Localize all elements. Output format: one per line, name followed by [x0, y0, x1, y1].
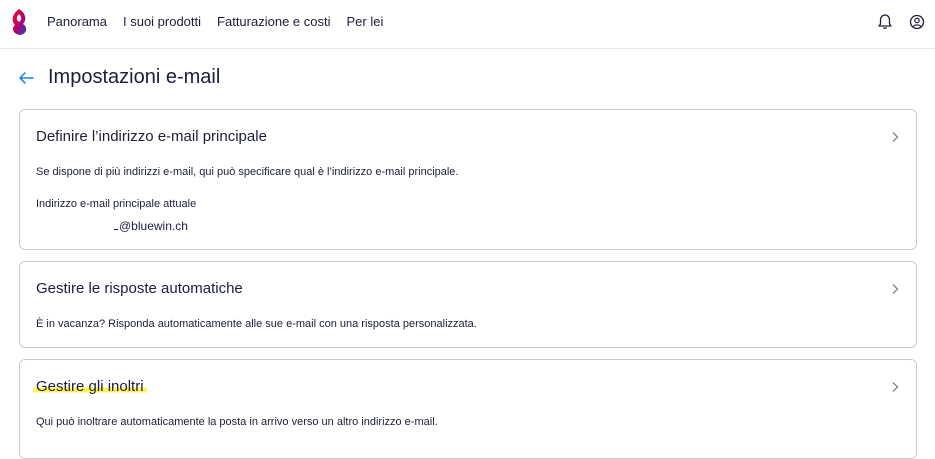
nav-item-panorama[interactable]: Panorama	[47, 14, 107, 29]
primary-email-label: Indirizzo e-mail principale attuale	[36, 198, 197, 210]
top-actions	[877, 13, 925, 31]
primary-email-description: Se dispone di più indirizzi e-mail, qui …	[36, 166, 459, 178]
forwarding-title: Gestire gli inoltri	[33, 378, 147, 395]
autoreply-title: Gestire le risposte automatiche	[36, 280, 243, 297]
bell-icon[interactable]	[877, 13, 893, 31]
swisscom-logo-icon[interactable]	[7, 8, 31, 36]
redacted-tail	[114, 224, 118, 230]
main-nav: Panorama I suoi prodotti Fatturazione e …	[47, 14, 383, 29]
user-icon[interactable]	[909, 13, 925, 31]
primary-email-card[interactable]: Definire l’indirizzo e-mail principale S…	[19, 109, 917, 250]
nav-item-billing[interactable]: Fatturazione e costi	[217, 14, 330, 29]
page-header: Impostazioni e-mail	[16, 66, 220, 89]
forwarding-card[interactable]: Gestire gli inoltri Qui può inoltrare au…	[19, 359, 917, 459]
chevron-right-icon	[892, 132, 899, 142]
forwarding-description: Qui può inoltrare automaticamente la pos…	[36, 416, 438, 428]
forwarding-title-wrapper: Gestire gli inoltri	[33, 378, 147, 395]
redacted-username	[36, 221, 114, 232]
chevron-right-icon	[892, 284, 899, 294]
chevron-right-icon	[892, 382, 899, 392]
arrow-left-icon[interactable]	[16, 68, 36, 88]
primary-email-title: Definire l’indirizzo e-mail principale	[36, 128, 267, 145]
nav-item-products[interactable]: I suoi prodotti	[123, 14, 201, 29]
nav-item-for-you[interactable]: Per lei	[346, 14, 383, 29]
page-title: Impostazioni e-mail	[48, 66, 221, 88]
primary-email-value: @bluewin.ch	[119, 219, 188, 233]
autoreply-card[interactable]: Gestire le risposte automatiche È in vac…	[19, 261, 917, 348]
primary-email-value-row: @bluewin.ch	[36, 219, 188, 233]
autoreply-description: È in vacanza? Risponda automaticamente a…	[36, 318, 477, 330]
top-navigation-bar: Panorama I suoi prodotti Fatturazione e …	[0, 0, 935, 49]
